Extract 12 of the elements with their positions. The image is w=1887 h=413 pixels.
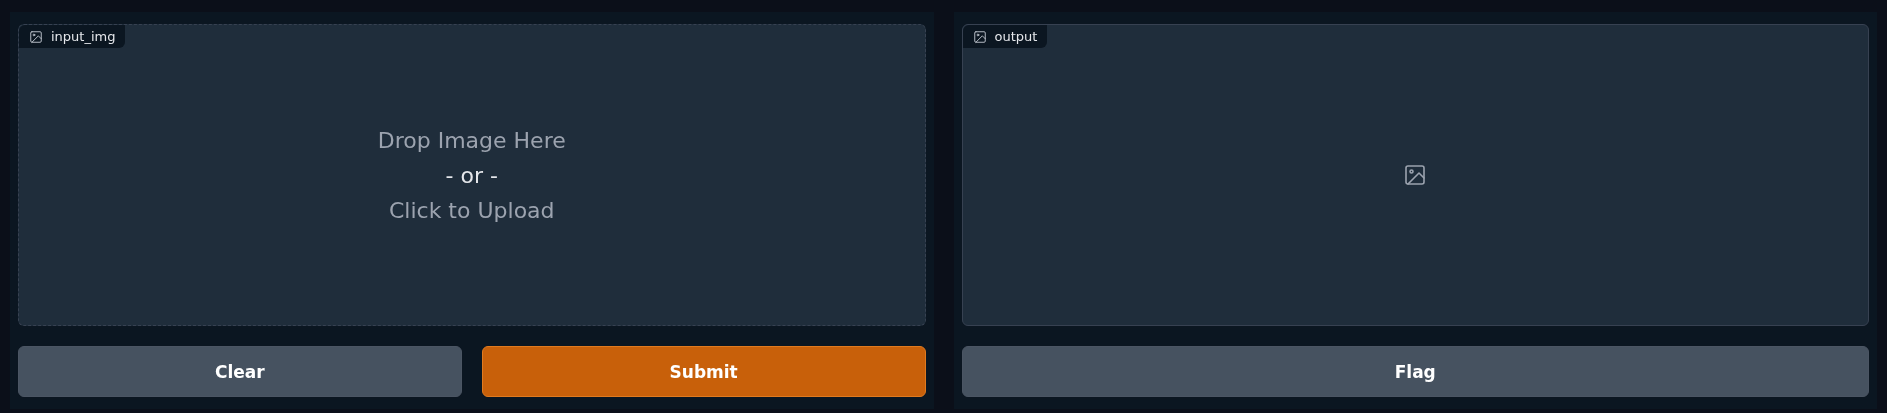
label-text: input_img — [51, 29, 116, 44]
image-icon — [1403, 163, 1428, 187]
action-button[interactable]: Flag — [961, 346, 1869, 397]
or-text: - or - — [445, 161, 498, 190]
image-icon — [29, 29, 43, 44]
upload-text: Click to Upload — [388, 196, 555, 225]
image-icon — [972, 29, 987, 44]
submit-button[interactable]: Submit — [481, 346, 926, 397]
label-text: output — [994, 29, 1038, 44]
action-button[interactable]: Clear — [18, 346, 462, 397]
drop-text: Drop Image Here — [377, 126, 566, 155]
image-drop-zone[interactable]: input_img Drop Image Here - or - Click to Upload — [18, 24, 926, 326]
